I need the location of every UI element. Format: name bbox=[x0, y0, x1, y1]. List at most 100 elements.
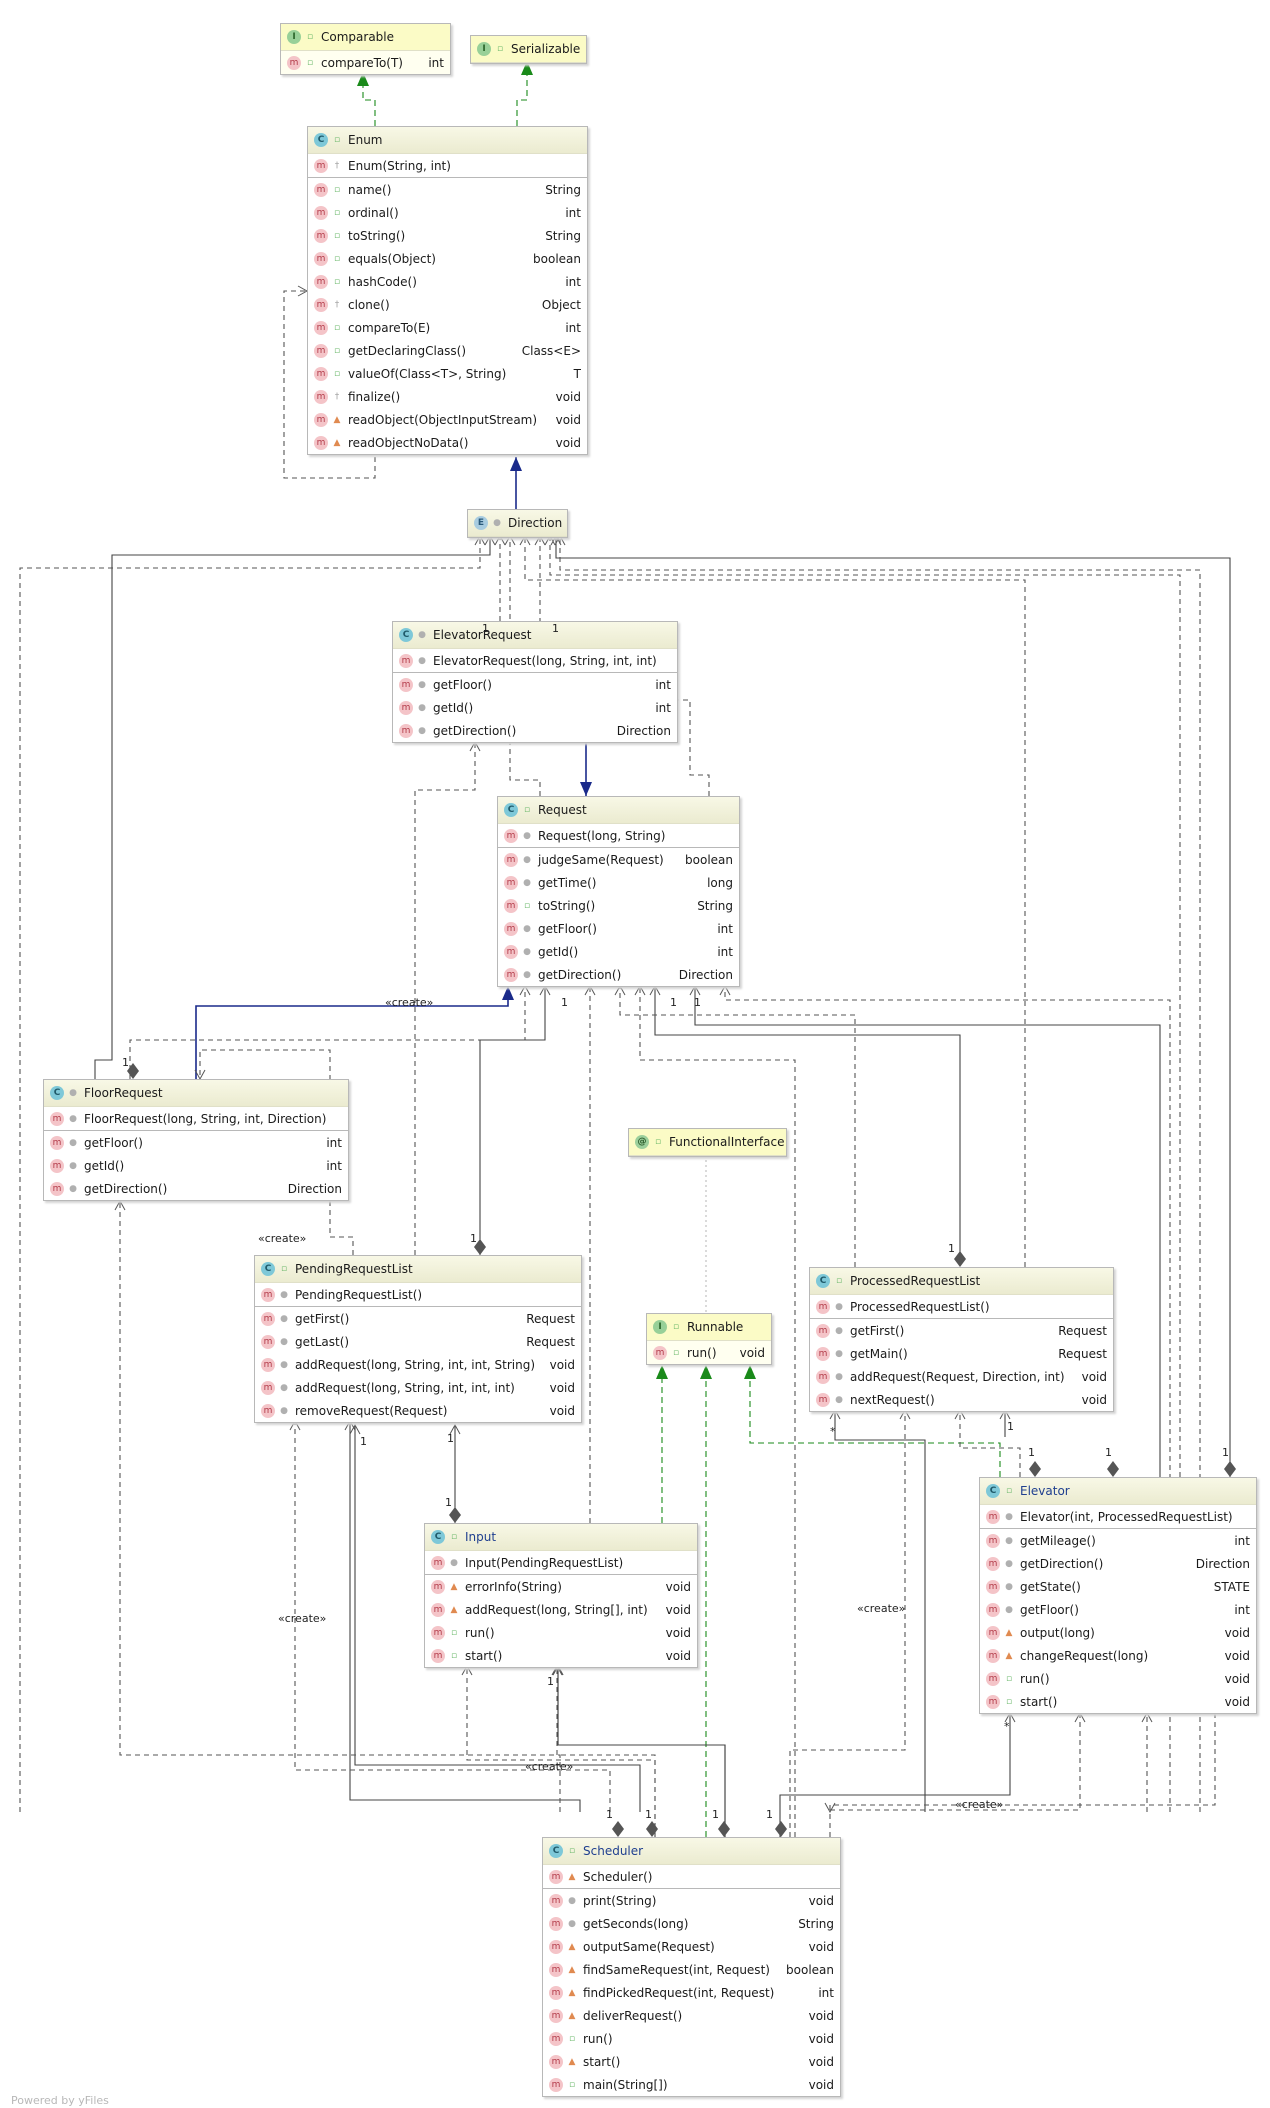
method-row[interactable]: m ● ProcessedRequestList() bbox=[810, 1295, 1113, 1319]
method-row[interactable]: m ● nextRequest() void bbox=[810, 1388, 1113, 1411]
method-row[interactable]: m ▲ start() void bbox=[543, 2050, 840, 2073]
method-row[interactable]: m ● getFloor() int bbox=[980, 1598, 1256, 1621]
class-pendingrequestlist[interactable]: C ▫ PendingRequestList m ● PendingReques… bbox=[254, 1255, 582, 1423]
class-elevatorrequest[interactable]: C ● ElevatorRequest m ● ElevatorRequest(… bbox=[392, 621, 678, 743]
method-row[interactable]: m ▫ toString() String bbox=[308, 224, 587, 247]
method-row[interactable]: m ● addRequest(long, String, int, int, i… bbox=[255, 1376, 581, 1399]
method-row[interactable]: m ▫ name() String bbox=[308, 178, 587, 201]
method-row[interactable]: m ● getDirection() Direction bbox=[393, 719, 677, 742]
method-row[interactable]: m ● Request(long, String) bbox=[498, 824, 739, 848]
class-processedrequestlist[interactable]: C ▫ ProcessedRequestList m ● ProcessedRe… bbox=[809, 1267, 1114, 1412]
return-type: int bbox=[1234, 1602, 1250, 1617]
method-row[interactable]: m ▲ findSameRequest(int, Request) boolea… bbox=[543, 1958, 840, 1981]
method-row[interactable]: m † Enum(String, int) bbox=[308, 154, 587, 178]
method-row[interactable]: m ▫ run() void bbox=[647, 1341, 771, 1364]
method-row[interactable]: m ● judgeSame(Request) boolean bbox=[498, 848, 739, 871]
method-row[interactable]: m ▫ start() void bbox=[980, 1690, 1256, 1713]
method-row[interactable]: m ▲ findPickedRequest(int, Request) int bbox=[543, 1981, 840, 2004]
method-row[interactable]: m ● getMileage() int bbox=[980, 1529, 1256, 1552]
method-row[interactable]: m † finalize() void bbox=[308, 385, 587, 408]
method-row[interactable]: m ▫ main(String[]) void bbox=[543, 2073, 840, 2096]
method-name: addRequest(Request, Direction, int) bbox=[850, 1369, 1065, 1384]
method-icon: m bbox=[549, 1869, 563, 1884]
method-row[interactable]: m ▫ run() void bbox=[980, 1667, 1256, 1690]
class-direction[interactable]: E ● Direction bbox=[467, 509, 568, 538]
method-row[interactable]: m ● getFirst() Request bbox=[255, 1307, 581, 1330]
method-row[interactable]: m † clone() Object bbox=[308, 293, 587, 316]
method-row[interactable]: m ● getId() int bbox=[393, 696, 677, 719]
method-row[interactable]: m ● getSeconds(long) String bbox=[543, 1912, 840, 1935]
method-row[interactable]: m ● ElevatorRequest(long, String, int, i… bbox=[393, 649, 677, 673]
dependency-floorrequest-request bbox=[129, 986, 526, 1079]
method-row[interactable]: m ● getFloor() int bbox=[44, 1131, 348, 1154]
method-row[interactable]: m ▫ compareTo(E) int bbox=[308, 316, 587, 339]
return-type: int bbox=[326, 1135, 342, 1150]
method-row[interactable]: m ▫ getDeclaringClass() Class<E> bbox=[308, 339, 587, 362]
method-row[interactable]: m ▲ deliverRequest() void bbox=[543, 2004, 840, 2027]
class-serializable[interactable]: I ▫ Serializable bbox=[470, 35, 587, 64]
protected-visibility-icon: † bbox=[334, 299, 340, 310]
method-row[interactable]: m ▲ errorInfo(String) void bbox=[425, 1575, 697, 1598]
class-floorrequest[interactable]: C ● FloorRequest m ● FloorRequest(long, … bbox=[43, 1079, 349, 1201]
method-row[interactable]: m ● Elevator(int, ProcessedRequestList) bbox=[980, 1505, 1256, 1529]
return-type: void bbox=[808, 2008, 834, 2023]
create-scheduler-elevator bbox=[829, 1713, 1081, 1837]
method-row[interactable]: m ● getMain() Request bbox=[810, 1342, 1113, 1365]
method-row[interactable]: m ● getDirection() Direction bbox=[498, 963, 739, 986]
method-row[interactable]: m ● getFirst() Request bbox=[810, 1319, 1113, 1342]
package-visibility-icon: ● bbox=[418, 655, 426, 666]
method-row[interactable]: m ▫ compareTo(T) int bbox=[281, 51, 450, 74]
class-input[interactable]: C ▫ Input m ● Input(PendingRequestList) … bbox=[424, 1523, 698, 1668]
method-row[interactable]: m ● getDirection() Direction bbox=[44, 1177, 348, 1200]
method-row[interactable]: m ▲ outputSame(Request) void bbox=[543, 1935, 840, 1958]
method-row[interactable]: m ● getTime() long bbox=[498, 871, 739, 894]
dependency-scheduler-input bbox=[466, 1666, 656, 1837]
method-icon: m bbox=[399, 700, 413, 715]
method-row[interactable]: m ▫ run() void bbox=[543, 2027, 840, 2050]
method-row[interactable]: m ● removeRequest(Request) void bbox=[255, 1399, 581, 1422]
method-row[interactable]: m ▫ run() void bbox=[425, 1621, 697, 1644]
method-row[interactable]: m ● FloorRequest(long, String, int, Dire… bbox=[44, 1107, 348, 1131]
method-row[interactable]: m ● getId() int bbox=[44, 1154, 348, 1177]
method-row[interactable]: m ▲ output(long) void bbox=[980, 1621, 1256, 1644]
method-row[interactable]: m ● getFloor() int bbox=[498, 917, 739, 940]
method-row[interactable]: m ▫ valueOf(Class<T>, String) T bbox=[308, 362, 587, 385]
class-runnable[interactable]: I ▫ Runnable m ▫ run() void bbox=[646, 1313, 772, 1365]
method-name: valueOf(Class<T>, String) bbox=[348, 366, 507, 381]
composition-diamond-icon bbox=[1224, 1461, 1236, 1477]
class-icon: C bbox=[431, 1530, 445, 1544]
method-icon: m bbox=[986, 1602, 1000, 1617]
dependency-scheduler-request bbox=[639, 986, 796, 1837]
method-name: start() bbox=[1020, 1694, 1058, 1709]
method-row[interactable]: m ▫ ordinal() int bbox=[308, 201, 587, 224]
method-row[interactable]: m ▫ start() void bbox=[425, 1644, 697, 1667]
class-comparable[interactable]: I ▫ Comparable m ▫ compareTo(T) int bbox=[280, 23, 451, 75]
method-icon: m bbox=[504, 852, 518, 867]
public-visibility-icon: ▫ bbox=[333, 322, 341, 333]
method-row[interactable]: m ● PendingRequestList() bbox=[255, 1283, 581, 1307]
method-row[interactable]: m ● Input(PendingRequestList) bbox=[425, 1551, 697, 1575]
method-row[interactable]: m ▲ readObject(ObjectInputStream) void bbox=[308, 408, 587, 431]
class-request[interactable]: C ▫ Request m ● Request(long, String) m … bbox=[497, 796, 740, 987]
method-row[interactable]: m ▫ equals(Object) boolean bbox=[308, 247, 587, 270]
method-row[interactable]: m ▲ readObjectNoData() void bbox=[308, 431, 587, 454]
method-row[interactable]: m ▲ Scheduler() bbox=[543, 1865, 840, 1889]
method-row[interactable]: m ● getDirection() Direction bbox=[980, 1552, 1256, 1575]
class-scheduler[interactable]: C ▫ Scheduler m ▲ Scheduler() m ● print(… bbox=[542, 1837, 841, 2097]
class-enum[interactable]: C ▫ Enum m † Enum(String, int) m ▫ name(… bbox=[307, 126, 588, 455]
method-row[interactable]: m ● addRequest(Request, Direction, int) … bbox=[810, 1365, 1113, 1388]
method-row[interactable]: m ▫ toString() String bbox=[498, 894, 739, 917]
method-row[interactable]: m ● getId() int bbox=[498, 940, 739, 963]
method-row[interactable]: m ▲ changeRequest(long) void bbox=[980, 1644, 1256, 1667]
class-elevator[interactable]: C ▫ Elevator m ● Elevator(int, Processed… bbox=[979, 1477, 1257, 1714]
enum-icon: E bbox=[474, 516, 488, 530]
method-row[interactable]: m ▲ addRequest(long, String[], int) void bbox=[425, 1598, 697, 1621]
method-row[interactable]: m ● getState() STATE bbox=[980, 1575, 1256, 1598]
method-row[interactable]: m ▫ hashCode() int bbox=[308, 270, 587, 293]
method-row[interactable]: m ● getLast() Request bbox=[255, 1330, 581, 1353]
return-type: Direction bbox=[678, 967, 733, 982]
method-row[interactable]: m ● print(String) void bbox=[543, 1889, 840, 1912]
method-row[interactable]: m ● getFloor() int bbox=[393, 673, 677, 696]
class-functionalinterface[interactable]: @ ▫ FunctionalInterface bbox=[628, 1128, 787, 1157]
method-row[interactable]: m ● addRequest(long, String, int, int, S… bbox=[255, 1353, 581, 1376]
